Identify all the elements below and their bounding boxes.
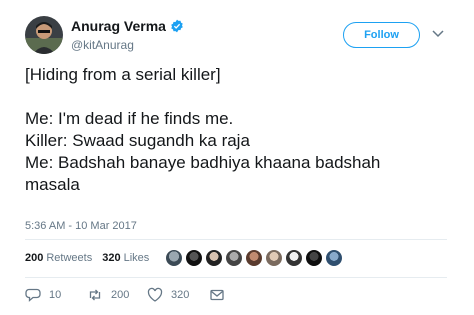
retweet-button[interactable]: 200 xyxy=(87,287,147,303)
reply-count: 10 xyxy=(49,289,62,301)
liker-avatar[interactable] xyxy=(225,249,244,267)
liker-avatar[interactable] xyxy=(325,249,344,267)
retweets-count: 200 xyxy=(25,252,44,264)
author-handle[interactable]: @kitAnurag xyxy=(71,38,134,52)
author-name[interactable]: Anurag Verma xyxy=(71,18,166,34)
divider xyxy=(25,277,447,278)
direct-message-icon xyxy=(210,289,224,301)
retweet-count: 200 xyxy=(111,289,130,301)
engagement-stats: 200 Retweets 320 Likes xyxy=(25,249,344,267)
liker-avatar[interactable] xyxy=(205,249,224,267)
liker-avatar[interactable] xyxy=(305,249,324,267)
likes-count: 320 xyxy=(102,252,121,264)
like-count: 320 xyxy=(171,289,190,301)
author-name-row[interactable]: Anurag Verma xyxy=(71,18,184,34)
tweet-text: [Hiding from a serial killer] Me: I'm de… xyxy=(25,64,465,196)
tweet-actions: 10 200 320 xyxy=(25,287,225,303)
heart-icon xyxy=(147,287,163,302)
liker-avatar[interactable] xyxy=(265,249,284,267)
retweets-stat[interactable]: 200 Retweets xyxy=(25,252,92,264)
likes-label: Likes xyxy=(123,252,150,264)
direct-message-button[interactable] xyxy=(209,287,225,303)
tweet-line: Killer: Swaad sugandh ka raja xyxy=(25,131,250,150)
tweet-line: masala xyxy=(25,175,80,194)
liker-avatar[interactable] xyxy=(285,249,304,267)
liker-avatar[interactable] xyxy=(165,249,184,267)
chevron-down-icon[interactable] xyxy=(432,29,444,39)
liker-avatar[interactable] xyxy=(245,249,264,267)
avatar[interactable] xyxy=(25,16,63,54)
tweet-line: Me: Badshah banaye badhiya khaana badsha… xyxy=(25,153,381,172)
divider xyxy=(25,239,447,240)
tweet-line: [Hiding from a serial killer] xyxy=(25,65,221,84)
follow-button[interactable]: Follow xyxy=(343,22,420,48)
retweets-label: Retweets xyxy=(46,252,93,264)
retweet-icon xyxy=(89,289,101,301)
reply-button[interactable]: 10 xyxy=(25,287,87,303)
likes-stat[interactable]: 320 Likes xyxy=(102,252,149,264)
verified-badge-icon xyxy=(171,19,183,33)
tweet-line: Me: I'm dead if he finds me. xyxy=(25,109,234,128)
liker-avatars xyxy=(165,249,344,267)
liker-avatar[interactable] xyxy=(185,249,204,267)
like-button[interactable]: 320 xyxy=(147,287,209,303)
tweet-timestamp[interactable]: 5:36 AM - 10 Mar 2017 xyxy=(25,220,137,232)
reply-icon xyxy=(25,288,41,302)
